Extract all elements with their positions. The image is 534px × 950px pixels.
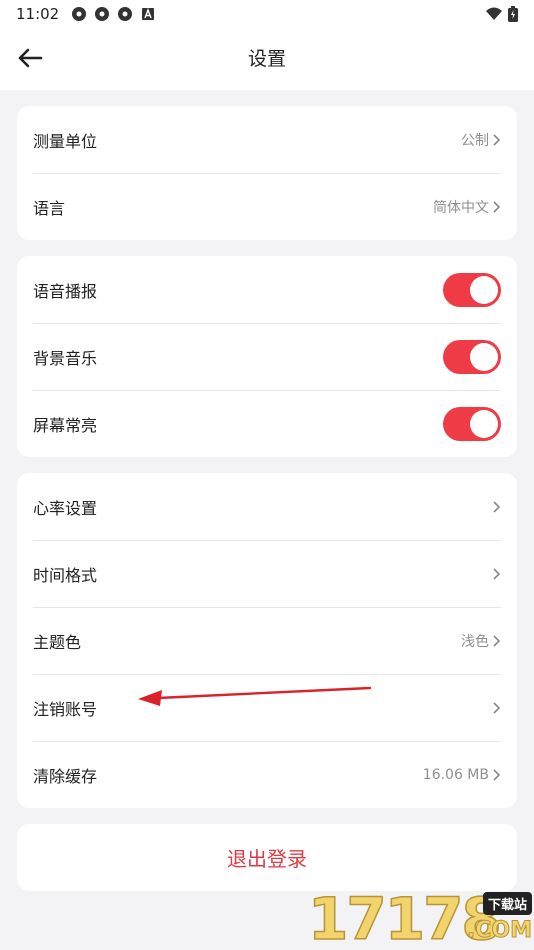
row-label: 心率设置 bbox=[33, 498, 98, 518]
toggle-knob bbox=[470, 409, 498, 438]
watermark-suffix: .COM bbox=[466, 918, 532, 944]
app-notification-icon bbox=[118, 7, 133, 21]
row-label: 注销账号 bbox=[33, 699, 98, 719]
screen-always-on-toggle[interactable] bbox=[443, 406, 501, 441]
row-value: 简体中文 bbox=[433, 197, 501, 217]
row-value: 浅色 bbox=[461, 631, 501, 651]
chevron-right-icon bbox=[493, 500, 501, 513]
logout-button[interactable]: 退出登录 bbox=[17, 824, 517, 891]
row-theme-color[interactable]: 主题色 浅色 bbox=[17, 607, 517, 674]
row-value bbox=[489, 567, 501, 581]
row-language[interactable]: 语言 简体中文 bbox=[17, 173, 517, 240]
watermark-logo: 17178 下载站 .COM bbox=[307, 887, 534, 950]
status-bar: 11:02 bbox=[0, 0, 534, 28]
row-value-text: 简体中文 bbox=[433, 199, 489, 216]
row-value-text: 16.06 MB bbox=[422, 766, 489, 783]
row-value-text: 浅色 bbox=[461, 633, 489, 650]
page-title: 设置 bbox=[247, 48, 286, 70]
row-label: 屏幕常亮 bbox=[33, 415, 98, 435]
row-background-music: 背景音乐 bbox=[17, 323, 517, 390]
row-label: 时间格式 bbox=[33, 565, 98, 585]
toggle-knob bbox=[470, 275, 498, 304]
a-notification-icon bbox=[142, 8, 155, 20]
row-screen-always-on: 屏幕常亮 bbox=[17, 390, 517, 457]
row-value bbox=[489, 500, 501, 514]
toggle-knob bbox=[470, 342, 498, 371]
row-label: 清除缓存 bbox=[33, 766, 98, 786]
chevron-right-icon bbox=[493, 200, 501, 213]
watermark-tag: 下载站 bbox=[482, 892, 532, 915]
settings-card-toggles: 语音播报 背景音乐 屏幕常亮 bbox=[17, 256, 517, 457]
wifi-icon bbox=[486, 7, 502, 20]
row-value: 公制 bbox=[461, 130, 501, 150]
row-clear-cache[interactable]: 清除缓存 16.06 MB bbox=[17, 741, 517, 808]
annotation-arrow-icon bbox=[138, 686, 372, 706]
row-value bbox=[489, 701, 501, 715]
chevron-right-icon bbox=[493, 567, 501, 580]
chevron-right-icon bbox=[493, 634, 501, 647]
row-voice-broadcast: 语音播报 bbox=[17, 256, 517, 323]
settings-card-general: 测量单位 公制 语言 简体中文 bbox=[17, 106, 517, 240]
background-music-toggle[interactable] bbox=[443, 339, 501, 374]
row-measurement-unit[interactable]: 测量单位 公制 bbox=[17, 106, 517, 173]
app-bar: 设置 bbox=[0, 28, 534, 90]
row-label: 语音播报 bbox=[33, 281, 98, 301]
row-label: 语言 bbox=[33, 198, 66, 218]
row-heart-rate-settings[interactable]: 心率设置 bbox=[17, 473, 517, 540]
row-label: 测量单位 bbox=[33, 131, 98, 151]
settings-card-other: 心率设置 时间格式 主题色 浅色 注销账号 清除缓存 16.06 MB bbox=[17, 473, 517, 808]
row-value: 16.06 MB bbox=[423, 767, 501, 783]
app-notification-icon bbox=[95, 7, 110, 21]
row-label: 背景音乐 bbox=[33, 348, 98, 368]
chevron-right-icon bbox=[493, 133, 501, 146]
chevron-right-icon bbox=[493, 701, 501, 714]
battery-icon bbox=[508, 6, 518, 22]
row-time-format[interactable]: 时间格式 bbox=[17, 540, 517, 607]
row-value-text: 公制 bbox=[461, 132, 489, 149]
row-label: 主题色 bbox=[33, 632, 82, 652]
chevron-right-icon bbox=[493, 768, 501, 781]
voice-broadcast-toggle[interactable] bbox=[443, 272, 501, 307]
status-time: 11:02 bbox=[16, 5, 60, 23]
app-notification-icon bbox=[72, 7, 87, 21]
